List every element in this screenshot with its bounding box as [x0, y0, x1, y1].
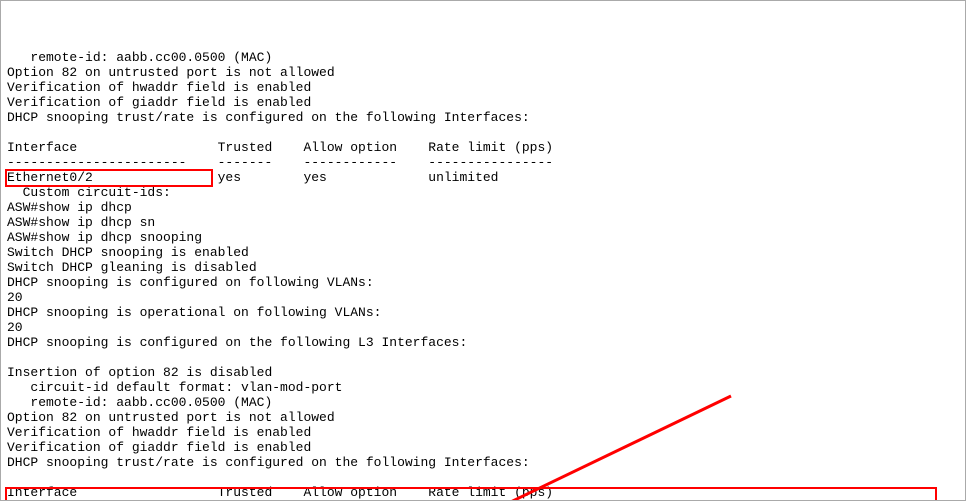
terminal-line: ----------------------- ------- --------… — [7, 155, 959, 170]
terminal-line — [7, 350, 959, 365]
terminal-line: Verification of giaddr field is enabled — [7, 440, 959, 455]
terminal-line: Option 82 on untrusted port is not allow… — [7, 410, 959, 425]
terminal-line: Verification of hwaddr field is enabled — [7, 425, 959, 440]
terminal-line — [7, 125, 959, 140]
terminal-line: Option 82 on untrusted port is not allow… — [7, 65, 959, 80]
terminal-line: DHCP snooping is operational on followin… — [7, 305, 959, 320]
terminal-line: Switch DHCP gleaning is disabled — [7, 260, 959, 275]
terminal-line: DHCP snooping is configured on the follo… — [7, 335, 959, 350]
terminal-line: ASW#show ip dhcp sn — [7, 215, 959, 230]
terminal-line: ASW#show ip dhcp — [7, 200, 959, 215]
terminal-line: circuit-id default format: vlan-mod-port — [7, 380, 959, 395]
terminal-line: 20 — [7, 290, 959, 305]
terminal-line: remote-id: aabb.cc00.0500 (MAC) — [7, 50, 959, 65]
terminal-line: DHCP snooping is configured on following… — [7, 275, 959, 290]
terminal-line — [7, 470, 959, 485]
terminal-line: Interface Trusted Allow option Rate limi… — [7, 485, 959, 500]
terminal-line: DHCP snooping trust/rate is configured o… — [7, 455, 959, 470]
terminal-line: 20 — [7, 320, 959, 335]
terminal-line: Ethernet0/2 yes yes unlimited — [7, 170, 959, 185]
terminal-window[interactable]: remote-id: aabb.cc00.0500 (MAC)Option 82… — [0, 0, 966, 501]
terminal-line: Verification of hwaddr field is enabled — [7, 80, 959, 95]
terminal-text-area: remote-id: aabb.cc00.0500 (MAC)Option 82… — [1, 1, 965, 501]
terminal-line: DHCP snooping trust/rate is configured o… — [7, 110, 959, 125]
terminal-line: Insertion of option 82 is disabled — [7, 365, 959, 380]
terminal-line: ASW#show ip dhcp snooping — [7, 230, 959, 245]
terminal-line: Switch DHCP snooping is enabled — [7, 245, 959, 260]
terminal-line: Interface Trusted Allow option Rate limi… — [7, 140, 959, 155]
terminal-line: Custom circuit-ids: — [7, 185, 959, 200]
terminal-line: Verification of giaddr field is enabled — [7, 95, 959, 110]
terminal-line: remote-id: aabb.cc00.0500 (MAC) — [7, 395, 959, 410]
